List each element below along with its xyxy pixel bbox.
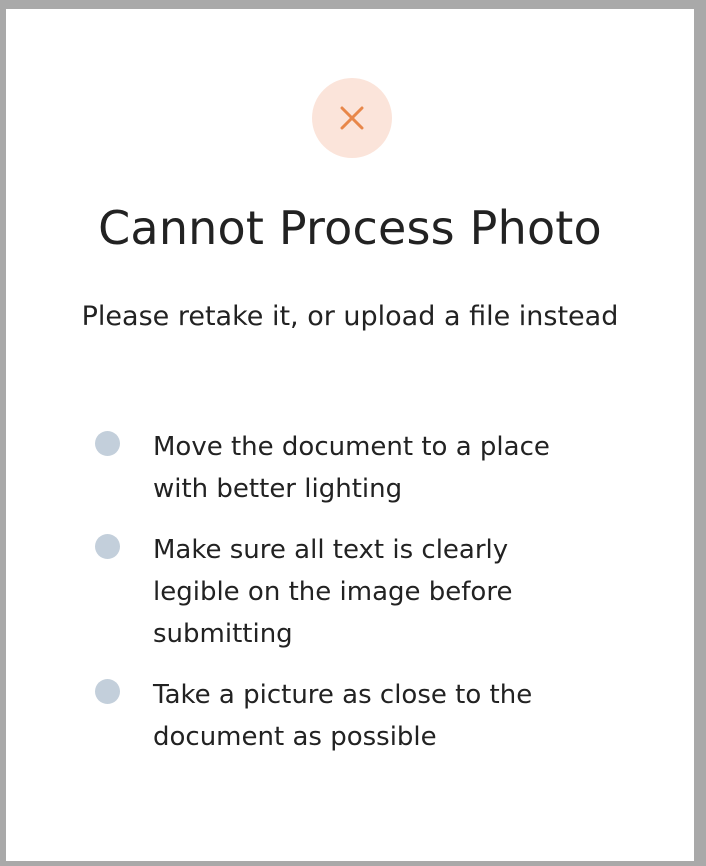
dialog-title: Cannot Process Photo	[98, 201, 602, 255]
tip-text: Move the document to a place with better…	[153, 432, 550, 504]
dialog-subtitle: Please retake it, or upload a file inste…	[81, 301, 619, 332]
error-dialog: Cannot Process Photo Please retake it, o…	[6, 9, 694, 861]
bullet-icon	[95, 431, 120, 456]
tip-item: Move the document to a place with better…	[95, 426, 615, 510]
tip-text: Take a picture as close to the document …	[153, 680, 533, 752]
close-icon	[340, 106, 364, 130]
tip-text: Make sure all text is clearly legible on…	[153, 535, 513, 649]
tip-item: Make sure all text is clearly legible on…	[95, 529, 615, 655]
tip-item: Take a picture as close to the document …	[95, 674, 615, 758]
error-status-badge	[312, 78, 392, 158]
tips-list: Move the document to a place with better…	[95, 426, 615, 777]
bullet-icon	[95, 534, 120, 559]
bullet-icon	[95, 679, 120, 704]
